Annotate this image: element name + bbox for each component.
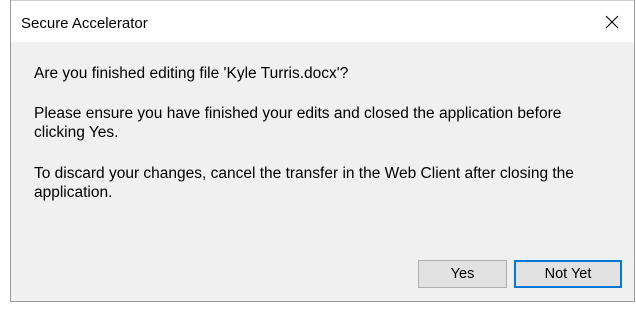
dialog-body: Are you finished editing file 'Kyle Turr… bbox=[11, 42, 634, 301]
message-instruction: Please ensure you have finished your edi… bbox=[34, 105, 562, 141]
yes-button[interactable]: Yes bbox=[418, 260, 507, 288]
close-icon bbox=[605, 15, 619, 29]
window-title: Secure Accelerator bbox=[21, 15, 148, 32]
title-bar[interactable]: Secure Accelerator bbox=[11, 0, 634, 43]
message-discard-hint: To discard your changes, cancel the tran… bbox=[34, 165, 574, 201]
not-yet-button[interactable]: Not Yet bbox=[514, 260, 622, 288]
dialog-window: Secure Accelerator Are you finished edit… bbox=[10, 0, 635, 302]
close-button[interactable] bbox=[590, 1, 634, 43]
message-question: Are you finished editing file 'Kyle Turr… bbox=[34, 65, 349, 82]
